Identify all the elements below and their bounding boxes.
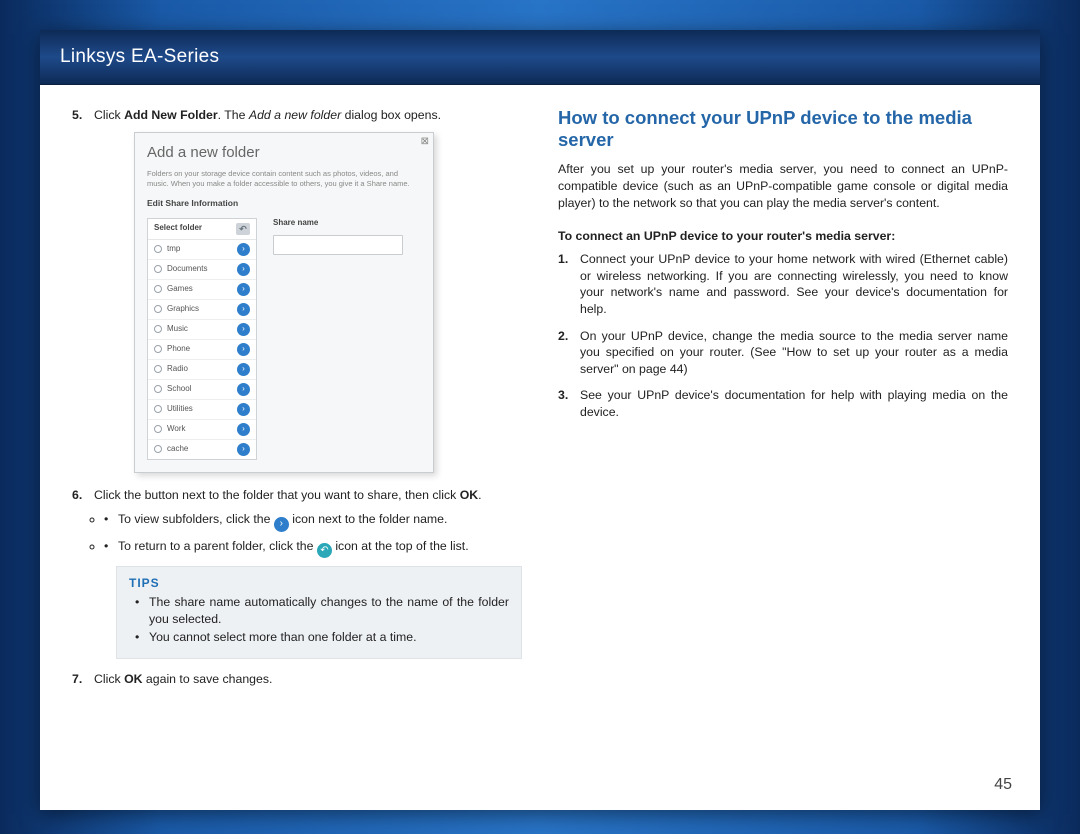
step-number: 7. — [72, 671, 82, 688]
chevron-right-icon[interactable]: › — [237, 263, 250, 276]
radio-icon[interactable] — [154, 285, 162, 293]
right-step-2: 2. On your UPnP device, change the media… — [558, 328, 1008, 378]
folder-row[interactable]: Phone › — [148, 339, 256, 359]
share-name-input[interactable] — [273, 235, 403, 255]
folder-row[interactable]: Utilities › — [148, 399, 256, 419]
chevron-right-icon[interactable]: › — [237, 443, 250, 456]
header-band: Linksys EA-Series — [40, 30, 1040, 85]
folder-name: Games — [167, 284, 193, 295]
radio-icon[interactable] — [154, 365, 162, 373]
step-number: 5. — [72, 107, 82, 124]
radio-icon[interactable] — [154, 445, 162, 453]
back-icon[interactable]: ↶ — [236, 223, 250, 235]
radio-icon[interactable] — [154, 305, 162, 313]
dialog-screenshot: ⊠ Add a new folder Folders on your stora… — [134, 132, 522, 473]
step7-text: Click OK again to save changes. — [94, 672, 272, 686]
folder-row[interactable]: cache › — [148, 439, 256, 459]
step5-text: Click Add New Folder. The Add a new fold… — [94, 108, 441, 122]
dialog-title: Add a new folder — [147, 143, 421, 163]
chevron-right-icon[interactable]: › — [237, 403, 250, 416]
folder-row[interactable]: Games › — [148, 279, 256, 299]
chevron-right-icon[interactable]: › — [237, 283, 250, 296]
right-step-3: 3. See your UPnP device's documentation … — [558, 387, 1008, 420]
folder-row[interactable]: Work › — [148, 419, 256, 439]
step-7: 7. Click OK again to save changes. — [72, 671, 522, 688]
step-number: 1. — [558, 251, 568, 268]
page-number: 45 — [994, 776, 1012, 794]
intro-paragraph: After you set up your router's media ser… — [558, 161, 1008, 211]
radio-icon[interactable] — [154, 345, 162, 353]
folder-row[interactable]: School › — [148, 379, 256, 399]
select-folder-label: Select folder — [154, 223, 202, 234]
step-number: 2. — [558, 328, 568, 345]
folder-name: Work — [167, 424, 186, 435]
header-title: Linksys EA-Series — [60, 46, 219, 68]
left-column: 5. Click Add New Folder. The Add a new f… — [72, 107, 522, 697]
folder-row[interactable]: Graphics › — [148, 299, 256, 319]
add-folder-dialog: ⊠ Add a new folder Folders on your stora… — [134, 132, 434, 473]
right-step-1: 1. Connect your UPnP device to your home… — [558, 251, 1008, 317]
chevron-right-icon[interactable]: › — [237, 363, 250, 376]
radio-icon[interactable] — [154, 265, 162, 273]
procedure-subhead: To connect an UPnP device to your router… — [558, 229, 1008, 243]
step6-sub2: To return to a parent folder, click the … — [104, 538, 522, 558]
step-number: 3. — [558, 387, 568, 404]
chevron-right-icon: › — [274, 517, 289, 532]
folder-name: Utilities — [167, 404, 193, 415]
radio-icon[interactable] — [154, 405, 162, 413]
folder-name: Documents — [167, 264, 207, 275]
folder-name: Graphics — [167, 304, 199, 315]
radio-icon[interactable] — [154, 385, 162, 393]
chevron-right-icon[interactable]: › — [237, 343, 250, 356]
folder-name: Phone — [167, 344, 190, 355]
chevron-right-icon[interactable]: › — [237, 383, 250, 396]
dialog-section-label: Edit Share Information — [147, 198, 421, 209]
folder-name: School — [167, 384, 191, 395]
document-page: Linksys EA-Series 5. Click Add New Folde… — [40, 30, 1040, 810]
chevron-right-icon[interactable]: › — [237, 303, 250, 316]
chevron-right-icon[interactable]: › — [237, 323, 250, 336]
folder-row[interactable]: Music › — [148, 319, 256, 339]
right-column: How to connect your UPnP device to the m… — [558, 107, 1008, 697]
tip-item: The share name automatically changes to … — [135, 594, 509, 627]
radio-icon[interactable] — [154, 425, 162, 433]
step-number: 6. — [72, 487, 82, 504]
close-icon[interactable]: ⊠ — [421, 135, 429, 149]
step-6: 6. Click the button next to the folder t… — [72, 487, 522, 659]
radio-icon[interactable] — [154, 325, 162, 333]
folder-row[interactable]: tmp › — [148, 240, 256, 259]
folder-name: Radio — [167, 364, 188, 375]
section-heading: How to connect your UPnP device to the m… — [558, 107, 1008, 151]
dialog-description: Folders on your storage device contain c… — [147, 169, 421, 189]
radio-icon[interactable] — [154, 245, 162, 253]
step-5: 5. Click Add New Folder. The Add a new f… — [72, 107, 522, 473]
folder-row[interactable]: Radio › — [148, 359, 256, 379]
two-column-layout: 5. Click Add New Folder. The Add a new f… — [40, 85, 1040, 697]
tips-title: TIPS — [129, 575, 509, 591]
share-name-label: Share name — [273, 218, 421, 229]
chevron-right-icon[interactable]: › — [237, 243, 250, 256]
folder-name: tmp — [167, 244, 180, 255]
folder-name: Music — [167, 324, 188, 335]
tips-box: TIPS The share name automatically change… — [116, 566, 522, 659]
folder-row[interactable]: Documents › — [148, 259, 256, 279]
step6-text: Click the button next to the folder that… — [94, 488, 482, 502]
step6-sub1: To view subfolders, click the › icon nex… — [104, 511, 522, 531]
folder-list: Select folder ↶ tmp›Documents›Games›Grap… — [147, 218, 257, 460]
chevron-right-icon[interactable]: › — [237, 423, 250, 436]
tip-item: You cannot select more than one folder a… — [135, 629, 509, 646]
back-arrow-icon: ↶ — [317, 543, 332, 558]
folder-name: cache — [167, 444, 188, 455]
